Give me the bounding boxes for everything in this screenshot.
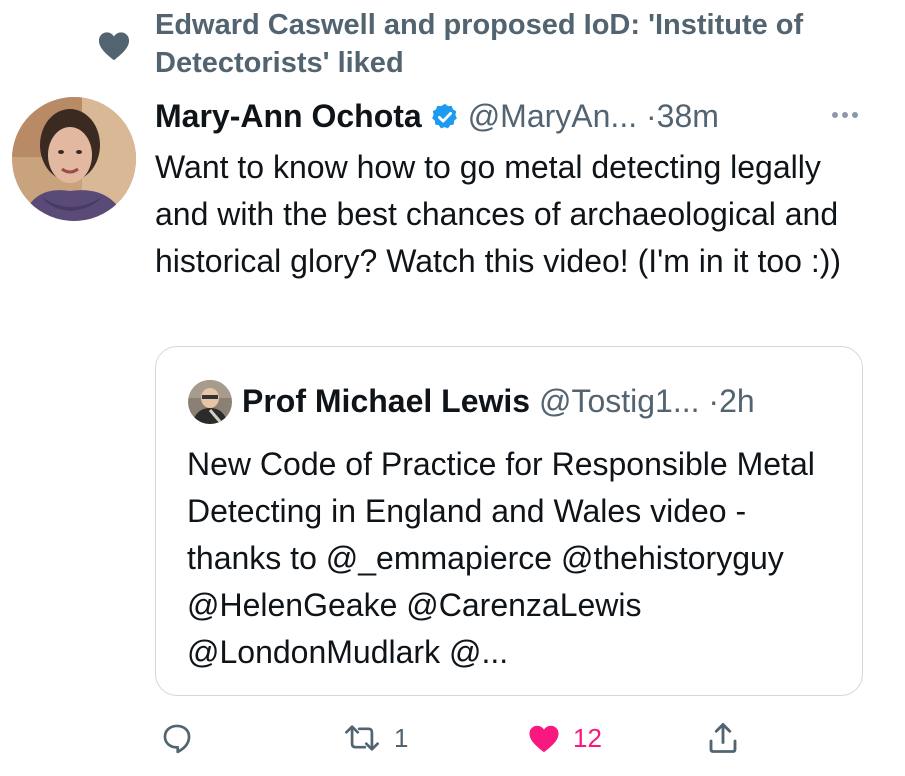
quote-text: New Code of Practice for Responsible Met…	[187, 446, 824, 670]
quote-separator-dot: ·	[708, 383, 720, 419]
reply-button[interactable]	[160, 715, 204, 761]
heart-filled-icon	[529, 725, 559, 753]
social-context-text[interactable]: Edward Caswell and proposed IoD: 'Instit…	[155, 6, 885, 82]
heart-icon	[98, 32, 130, 61]
like-count: 12	[573, 722, 602, 753]
reply-icon	[163, 724, 191, 754]
quote-header: Prof Michael Lewis @Tostig1... ·2h	[242, 379, 755, 423]
retweet-button[interactable]: 1	[340, 715, 408, 761]
retweet-icon	[345, 725, 379, 751]
separator-dot: ·	[645, 98, 657, 134]
more-options-icon[interactable]	[825, 100, 865, 130]
quote-time[interactable]: 2h	[719, 383, 755, 419]
share-icon	[709, 723, 737, 753]
quote-author-name[interactable]: Prof Michael Lewis	[242, 383, 530, 419]
verified-badge-icon	[431, 103, 457, 129]
author-name[interactable]: Mary-Ann Ochota	[155, 98, 422, 134]
quote-author-handle[interactable]: @Tostig1...	[539, 383, 700, 419]
tweet-time[interactable]: 38m	[657, 98, 719, 134]
quoted-tweet-card[interactable]: Prof Michael Lewis @Tostig1... ·2h New C…	[155, 346, 863, 696]
tweet-header: Mary-Ann Ochota @MaryAn... ·38m	[155, 94, 875, 138]
quote-author-avatar[interactable]	[188, 380, 232, 424]
share-button[interactable]	[705, 715, 741, 761]
author-handle[interactable]: @MaryAn...	[468, 98, 637, 134]
like-button[interactable]: 12	[525, 715, 602, 761]
author-avatar[interactable]	[12, 97, 136, 221]
social-context: Edward Caswell and proposed IoD: 'Instit…	[0, 0, 905, 90]
quote-avatar-image	[188, 380, 232, 424]
author-avatar-image	[12, 97, 136, 221]
retweet-count: 1	[394, 722, 409, 753]
action-bar: 1 12	[0, 715, 905, 765]
tweet-text: Want to know how to go metal detecting l…	[155, 149, 848, 279]
